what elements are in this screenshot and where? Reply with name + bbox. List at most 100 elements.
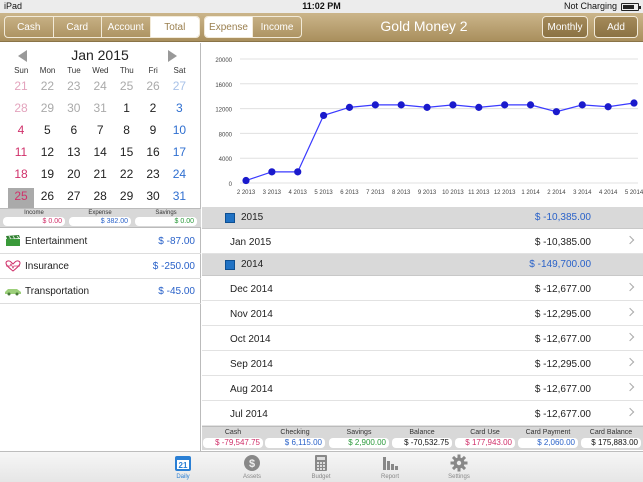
collapse-square-icon[interactable] (225, 213, 235, 223)
svg-text:$: $ (249, 458, 255, 470)
data-point[interactable] (268, 168, 276, 176)
data-point[interactable] (526, 101, 535, 109)
tab-assets[interactable]: $ Assets (232, 454, 272, 482)
monthly-line-chart: 0 4000 8000 12000 16000 20000 2 2013 3 2013 4 20… (202, 43, 643, 203)
month-row[interactable]: Jul 2014 $ -12,677.00 (202, 401, 643, 426)
tab-budget[interactable]: Budget (301, 454, 341, 482)
calendar-day[interactable]: 15 (114, 144, 140, 166)
calendar-day[interactable]: 20 (61, 166, 87, 188)
data-point[interactable] (397, 101, 405, 109)
calendar-day[interactable]: 19 (34, 166, 60, 188)
calendar-day[interactable]: 7 (87, 122, 113, 144)
calendar-day[interactable]: 14 (87, 144, 113, 166)
year-group-header[interactable]: 2014 $ -149,700.00 (202, 254, 643, 276)
balance-label: Card Use (470, 429, 500, 436)
month-row[interactable]: Oct 2014 $ -12,677.00 (202, 326, 643, 351)
calendar-day[interactable]: 22 (114, 166, 140, 188)
data-point[interactable] (449, 101, 457, 109)
month-row[interactable]: Sep 2014 $ -12,295.00 (202, 351, 643, 376)
calendar-day[interactable]: 30 (140, 188, 166, 210)
calendar-day[interactable]: 31 (166, 188, 192, 210)
data-point[interactable] (552, 108, 560, 116)
month-row[interactable]: Aug 2014 $ -12,677.00 (202, 376, 643, 401)
balance-label: Card Balance (589, 429, 633, 436)
calendar-day[interactable]: 13 (61, 144, 87, 166)
tab-income[interactable]: Income (253, 17, 301, 37)
calendar-day[interactable]: 29 (34, 100, 60, 122)
tab-total[interactable]: Total (150, 17, 199, 37)
svg-text:21: 21 (179, 461, 188, 470)
calendar-day[interactable]: 5 (34, 122, 60, 144)
calendar-day[interactable]: 9 (140, 122, 166, 144)
collapse-square-icon[interactable] (225, 260, 235, 270)
calendar-day[interactable]: 1 (114, 100, 140, 122)
tab-card[interactable]: Card (54, 17, 102, 37)
calendar-day[interactable]: 27 (61, 188, 87, 210)
calendar-day[interactable]: 2 (140, 100, 166, 122)
data-point[interactable] (423, 103, 431, 111)
calendar-day[interactable]: 30 (61, 100, 87, 122)
calendar-day[interactable]: 29 (114, 188, 140, 210)
bar-chart-icon (383, 457, 398, 470)
tab-expense[interactable]: Expense (205, 17, 254, 37)
month-row[interactable]: Dec 2014 $ -12,677.00 (202, 276, 643, 301)
prev-month-arrow-icon[interactable] (18, 50, 27, 62)
month-row[interactable]: Jan 2015 $ -10,385.00 (202, 229, 643, 254)
calendar-day[interactable]: 31 (87, 100, 113, 122)
calendar-day[interactable]: 28 (8, 100, 34, 122)
tab-label: Budget (311, 474, 331, 480)
tab-settings[interactable]: Settings (439, 454, 479, 482)
add-button[interactable]: Add (594, 16, 638, 38)
calendar-day[interactable]: 23 (140, 166, 166, 188)
calendar-day[interactable]: 27 (166, 78, 192, 100)
category-row-entertainment[interactable]: Entertainment $ -87.00 (0, 229, 201, 254)
calendar-day[interactable]: 25 (114, 78, 140, 100)
calendar-day[interactable]: 21 (8, 78, 34, 100)
calendar-day[interactable]: 8 (114, 122, 140, 144)
calendar-day[interactable]: 11 (8, 144, 34, 166)
calendar-day[interactable]: 24 (87, 78, 113, 100)
calendar-day[interactable]: 28 (87, 188, 113, 210)
x-tick-label: 5 2013 (314, 190, 333, 196)
calendar-day[interactable]: 22 (34, 78, 60, 100)
calendar-day[interactable]: 18 (8, 166, 34, 188)
balance-label: Savings (346, 429, 372, 436)
data-point[interactable] (578, 101, 586, 109)
calendar-day[interactable]: 3 (166, 100, 192, 122)
calendar-day[interactable]: 25 (8, 188, 34, 210)
tab-report[interactable]: Report (370, 454, 410, 482)
data-point[interactable] (345, 103, 354, 111)
calendar-day[interactable]: 21 (87, 166, 113, 188)
calendar-day[interactable]: 24 (166, 166, 192, 188)
calendar-day[interactable]: 26 (34, 188, 60, 210)
tab-cash[interactable]: Cash (5, 17, 54, 37)
next-month-arrow-icon[interactable] (168, 50, 177, 62)
calendar-day[interactable]: 12 (34, 144, 60, 166)
category-row-transportation[interactable]: Transportation $ -45.00 (0, 279, 201, 304)
tab-label: Assets (242, 474, 261, 480)
calendar-day[interactable]: 16 (140, 144, 166, 166)
category-row-insurance[interactable]: Insurance $ -250.00 (0, 254, 201, 279)
data-point[interactable] (242, 176, 250, 185)
data-point[interactable] (320, 111, 328, 120)
year-amount: $ -149,700.00 (529, 259, 591, 270)
calendar-day[interactable]: 4 (8, 122, 34, 144)
month-label: Jan 2015 (230, 237, 272, 248)
data-point[interactable] (630, 99, 638, 107)
calendar-day[interactable]: 26 (140, 78, 166, 100)
calendar-day[interactable]: 6 (61, 122, 87, 144)
month-row[interactable]: Nov 2014 $ -12,295.00 (202, 301, 643, 326)
data-point[interactable] (604, 103, 612, 111)
category-name: Insurance (25, 261, 69, 272)
tab-account[interactable]: Account (102, 17, 151, 37)
calendar-day[interactable]: 17 (166, 144, 192, 166)
year-group-header[interactable]: 2015 $ -10,385.00 (202, 207, 643, 229)
tab-daily[interactable]: 21 Daily (163, 454, 203, 482)
calendar-day[interactable]: 23 (61, 78, 87, 100)
data-point[interactable] (294, 168, 302, 176)
monthly-button[interactable]: Monthly (542, 16, 588, 38)
data-point[interactable] (475, 103, 483, 111)
calendar-day[interactable]: 10 (166, 122, 192, 144)
data-point[interactable] (501, 101, 509, 109)
data-point[interactable] (371, 101, 379, 109)
